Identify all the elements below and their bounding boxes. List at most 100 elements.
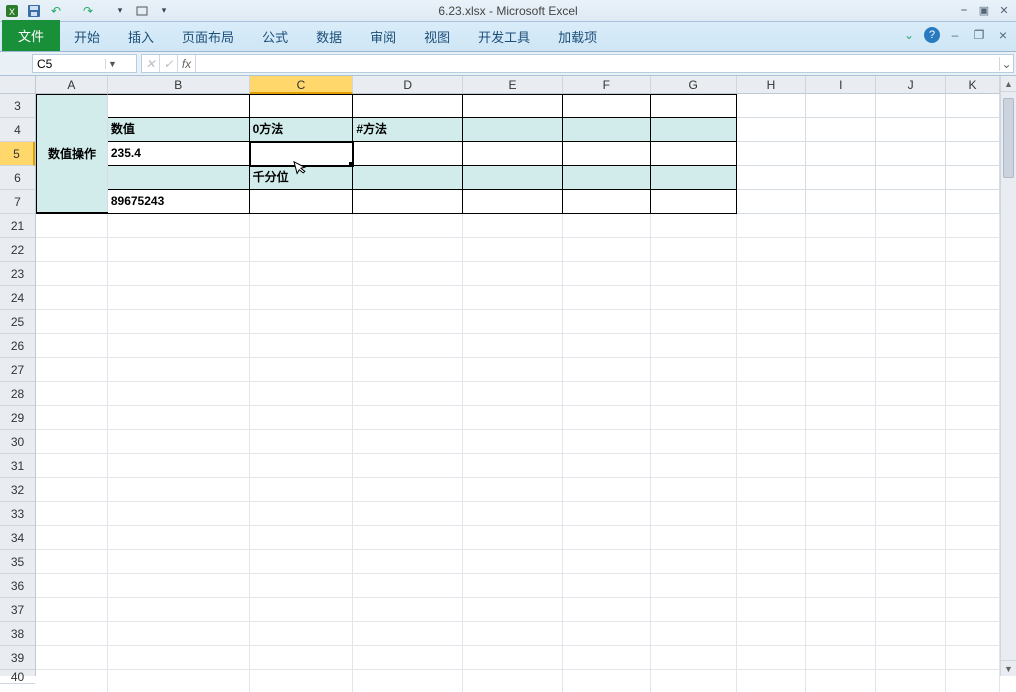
cell[interactable] [563, 622, 651, 646]
cell[interactable] [946, 334, 1000, 358]
cell[interactable] [463, 382, 563, 406]
cell[interactable] [563, 574, 651, 598]
row-header[interactable]: 3 [0, 94, 35, 118]
cell[interactable] [651, 310, 737, 334]
row-header[interactable]: 35 [0, 550, 35, 574]
cell[interactable] [108, 382, 250, 406]
mdi-restore-button[interactable]: ❐ [970, 26, 988, 44]
cell[interactable] [806, 502, 876, 526]
cell[interactable] [876, 238, 946, 262]
cell[interactable] [36, 622, 108, 646]
cell[interactable] [806, 622, 876, 646]
cell[interactable] [563, 310, 651, 334]
help-icon[interactable]: ? [924, 27, 940, 43]
cell[interactable] [876, 670, 946, 692]
cell[interactable] [36, 550, 108, 574]
cell[interactable] [651, 334, 737, 358]
cell[interactable] [806, 430, 876, 454]
cell[interactable] [563, 550, 651, 574]
tab-formulas[interactable]: 公式 [248, 21, 302, 51]
cell[interactable] [737, 670, 807, 692]
cell[interactable] [806, 358, 876, 382]
cell[interactable] [737, 574, 807, 598]
cell[interactable] [876, 286, 946, 310]
row-header[interactable]: 30 [0, 430, 35, 454]
cell[interactable] [737, 310, 807, 334]
cell[interactable] [563, 454, 651, 478]
cell[interactable] [876, 358, 946, 382]
cell[interactable] [108, 478, 250, 502]
cell[interactable] [651, 646, 737, 670]
cell[interactable] [353, 382, 463, 406]
cell[interactable] [463, 526, 563, 550]
cell[interactable] [651, 190, 737, 214]
cell[interactable] [563, 334, 651, 358]
row-header[interactable]: 36 [0, 574, 35, 598]
cell[interactable] [876, 646, 946, 670]
cell[interactable] [108, 334, 250, 358]
cell[interactable] [250, 430, 354, 454]
cell[interactable] [806, 550, 876, 574]
undo-icon[interactable]: ↶ [47, 2, 65, 20]
cell[interactable] [353, 310, 463, 334]
cell[interactable] [737, 526, 807, 550]
cell[interactable] [250, 598, 354, 622]
cell[interactable] [353, 598, 463, 622]
cell[interactable] [353, 214, 463, 238]
cell[interactable] [463, 190, 563, 214]
cell[interactable] [250, 550, 354, 574]
cell[interactable] [651, 550, 737, 574]
ribbon-chevron-icon[interactable]: ⌄ [900, 26, 918, 44]
cell[interactable] [108, 454, 250, 478]
cell[interactable] [946, 238, 1000, 262]
formula-expand-icon[interactable]: ⌄ [999, 57, 1013, 71]
cell[interactable] [463, 454, 563, 478]
cell[interactable] [463, 310, 563, 334]
scroll-down-icon[interactable]: ▼ [1001, 660, 1016, 676]
cell[interactable] [353, 94, 463, 118]
redo-icon[interactable]: ↷ [79, 2, 97, 20]
cell[interactable] [353, 406, 463, 430]
cell[interactable] [876, 598, 946, 622]
col-header-C[interactable]: C [250, 76, 354, 94]
cell[interactable] [563, 598, 651, 622]
cell[interactable] [806, 406, 876, 430]
cell[interactable] [876, 454, 946, 478]
cell[interactable] [946, 454, 1000, 478]
row-header[interactable]: 4 [0, 118, 35, 142]
cell[interactable] [876, 382, 946, 406]
row-header[interactable]: 21 [0, 214, 35, 238]
row-header[interactable]: 6 [0, 166, 35, 190]
cell[interactable] [563, 646, 651, 670]
cell[interactable] [651, 430, 737, 454]
enter-formula-icon[interactable]: ✓ [160, 55, 178, 72]
cell[interactable] [876, 166, 946, 190]
cell-B4[interactable]: 数值 [108, 118, 250, 142]
cell[interactable] [36, 670, 108, 692]
cell[interactable] [806, 118, 876, 142]
cell[interactable] [651, 454, 737, 478]
cell[interactable] [946, 310, 1000, 334]
cell[interactable] [250, 190, 354, 214]
cell[interactable] [876, 574, 946, 598]
tab-developer[interactable]: 开发工具 [464, 21, 544, 51]
cell[interactable] [651, 118, 737, 142]
scroll-up-icon[interactable]: ▲ [1001, 76, 1016, 92]
cell[interactable] [806, 670, 876, 692]
cell[interactable] [463, 334, 563, 358]
tab-insert[interactable]: 插入 [114, 21, 168, 51]
cell-B7[interactable]: 89675243 [108, 190, 250, 214]
cell[interactable] [250, 622, 354, 646]
cell[interactable] [946, 166, 1000, 190]
cell[interactable] [353, 238, 463, 262]
cell[interactable] [946, 670, 1000, 692]
cell[interactable] [563, 478, 651, 502]
cell[interactable] [806, 214, 876, 238]
cell[interactable] [806, 526, 876, 550]
cell[interactable] [108, 526, 250, 550]
cell[interactable] [806, 142, 876, 166]
cell[interactable] [737, 334, 807, 358]
cell[interactable] [353, 478, 463, 502]
cell[interactable] [353, 286, 463, 310]
cell[interactable] [806, 478, 876, 502]
